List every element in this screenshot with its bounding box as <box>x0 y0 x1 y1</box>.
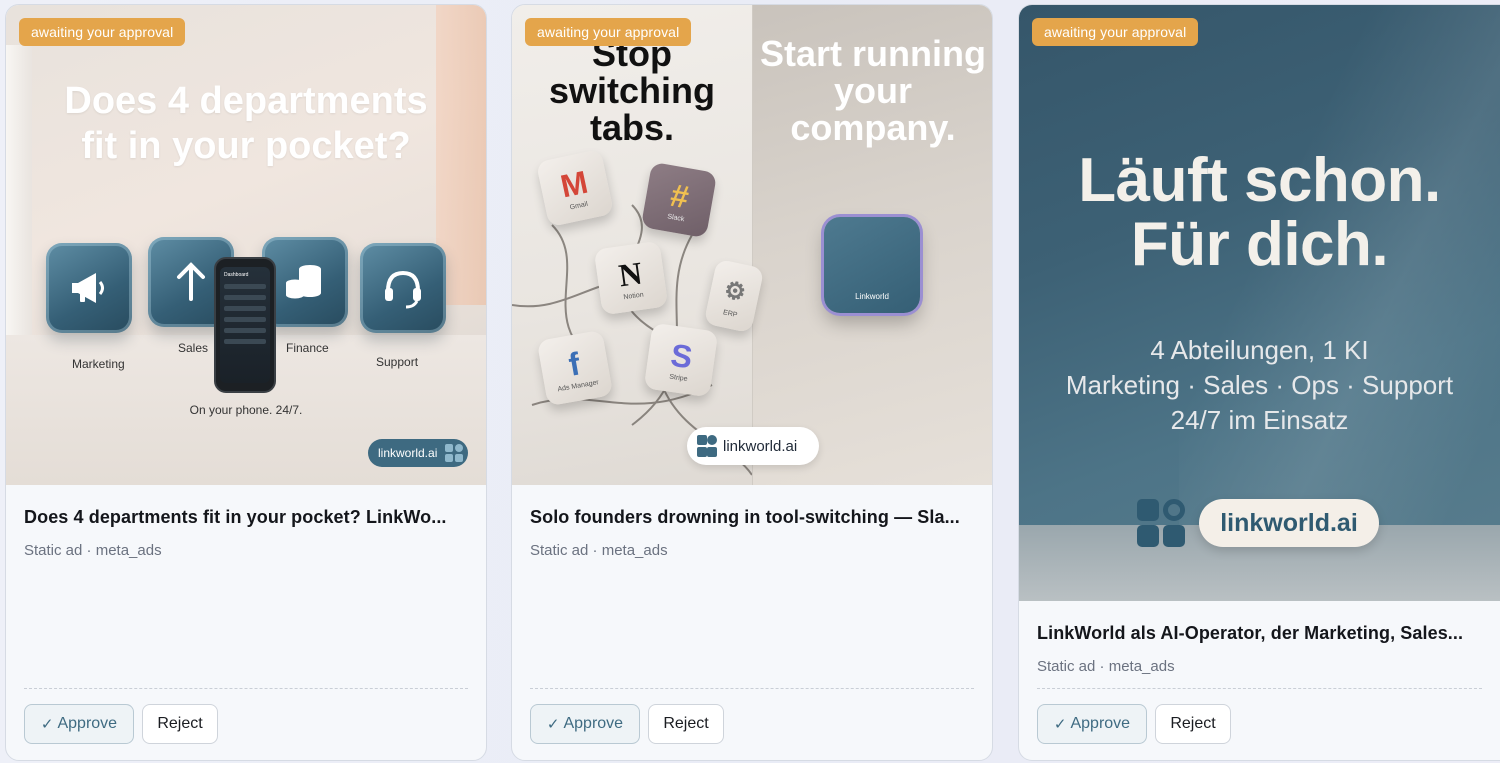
app-label: ERP <box>722 308 739 319</box>
app-label: Notion <box>622 290 645 301</box>
notion-icon: N Notion <box>593 240 669 316</box>
linkworld-device: Linkworld <box>824 217 920 313</box>
ad-creative-image[interactable]: Läuft schon. Für dich. 4 Abteilungen, 1 … <box>1019 5 1500 601</box>
megaphone-icon <box>46 243 132 333</box>
device-label: Linkworld <box>855 292 889 301</box>
brand-logo-icon <box>445 444 464 462</box>
ad-card: Läuft schon. Für dich. 4 Abteilungen, 1 … <box>1018 4 1500 761</box>
approve-label: Approve <box>57 715 118 732</box>
phone-mockup: Dashboard <box>214 257 276 393</box>
ad-creative-image[interactable]: Stop switching tabs. Start running your … <box>512 5 992 485</box>
creative-headline-right: Start running your company. <box>760 33 986 148</box>
approve-label: Approve <box>563 715 624 732</box>
headline-line: Für dich. <box>1130 210 1389 279</box>
reject-button[interactable]: Reject <box>648 704 724 744</box>
reject-label: Reject <box>1170 715 1216 732</box>
tile-label: Finance <box>286 341 329 355</box>
ads-manager-icon: f Ads Manager <box>536 329 614 407</box>
slack-icon: # Slack <box>640 161 718 239</box>
brand-name: linkworld.ai <box>1220 508 1358 537</box>
headline-line: fit in your pocket? <box>81 125 411 167</box>
reject-button[interactable]: Reject <box>1155 704 1231 744</box>
creative-headline: Läuft schon. Für dich. <box>1019 149 1500 277</box>
ad-type: Static ad · meta_ads <box>1037 658 1175 675</box>
status-badge: awaiting your approval <box>1032 18 1199 46</box>
stripe-icon: S Stripe <box>643 322 719 398</box>
approve-button[interactable]: ✓ Approve <box>24 704 134 744</box>
approve-button[interactable]: ✓ Approve <box>530 704 640 744</box>
brand-logo-icon <box>1137 499 1185 547</box>
brand-pill: linkworld.ai <box>687 427 819 465</box>
check-icon: ✓ <box>1053 716 1067 733</box>
tile-label: Sales <box>178 341 209 355</box>
tile-label: Marketing <box>72 357 125 371</box>
approve-button[interactable]: ✓ Approve <box>1037 704 1147 744</box>
phone-screen-title: Dashboard <box>224 272 249 278</box>
reject-label: Reject <box>663 715 709 732</box>
card-meta: LinkWorld als AI-Operator, der Marketing… <box>1037 623 1482 675</box>
ad-card: Does 4 departments fit in your pocket? M… <box>5 4 487 761</box>
ad-creative-image[interactable]: Does 4 departments fit in your pocket? M… <box>6 5 486 485</box>
ad-type: Static ad · meta_ads <box>24 542 162 559</box>
subline: Marketing · Sales · Ops · Support <box>1065 370 1454 400</box>
headline-line: Läuft schon. <box>1078 146 1441 215</box>
divider <box>1037 688 1482 689</box>
subline: 4 Abteilungen, 1 KI <box>1150 335 1369 365</box>
ad-card: Stop switching tabs. Start running your … <box>511 4 993 761</box>
card-meta: Solo founders drowning in tool-switching… <box>530 507 974 559</box>
status-badge: awaiting your approval <box>19 18 186 46</box>
headline-line: Does 4 departments <box>64 80 428 122</box>
check-icon: ✓ <box>546 716 560 733</box>
headset-icon <box>360 243 446 333</box>
ad-title: Does 4 departments fit in your pocket? L… <box>24 507 447 527</box>
ad-type: Static ad · meta_ads <box>530 542 668 559</box>
subline: 24/7 im Einsatz <box>1170 405 1349 435</box>
reject-label: Reject <box>157 715 203 732</box>
divider <box>530 688 974 689</box>
reject-button[interactable]: Reject <box>142 704 218 744</box>
brand-name: linkworld.ai <box>723 437 798 455</box>
ad-title: Solo founders drowning in tool-switching… <box>530 507 960 527</box>
card-meta: Does 4 departments fit in your pocket? L… <box>24 507 468 559</box>
creative-subline: 4 Abteilungen, 1 KI Marketing · Sales · … <box>1019 333 1500 438</box>
gmail-icon: M Gmail <box>535 148 615 228</box>
creative-headline-left: Stop switching tabs. <box>548 33 715 148</box>
brand-pill: linkworld.ai <box>1199 499 1379 547</box>
approve-label: Approve <box>1070 715 1131 732</box>
brand-logo-icon <box>697 435 717 457</box>
tile-label: Support <box>376 355 419 369</box>
app-label: Stripe <box>668 373 689 383</box>
status-badge: awaiting your approval <box>525 18 692 46</box>
creative-headline: Does 4 departments fit in your pocket? <box>6 79 486 169</box>
check-icon: ✓ <box>40 716 54 733</box>
divider <box>24 688 468 689</box>
brand-pill: linkworld.ai <box>368 439 468 467</box>
creative-tagline: On your phone. 24/7. <box>189 403 303 417</box>
ad-title: LinkWorld als AI-Operator, der Marketing… <box>1037 623 1464 643</box>
brand-name: linkworld.ai <box>378 446 438 460</box>
